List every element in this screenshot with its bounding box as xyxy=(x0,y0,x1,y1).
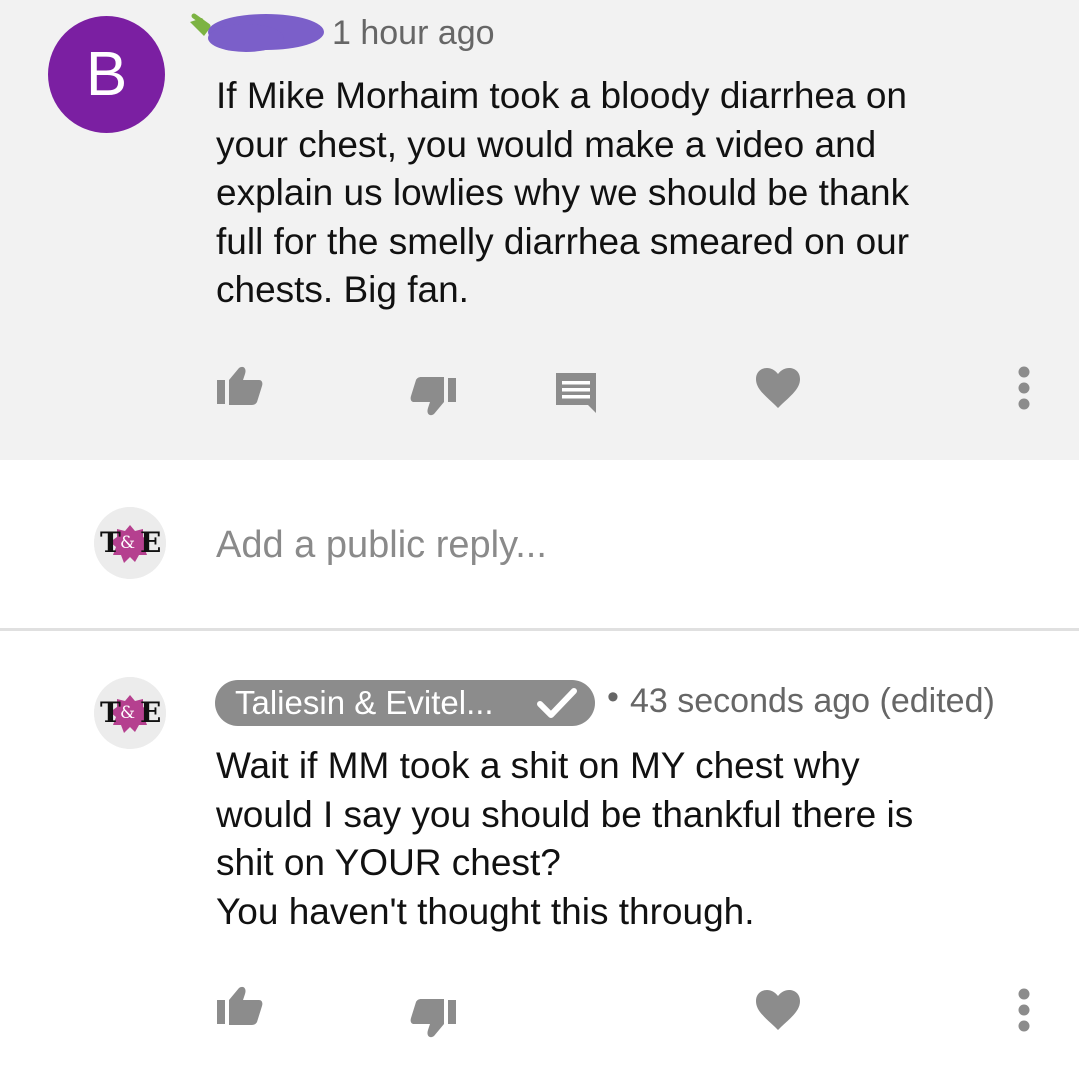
svg-text:&: & xyxy=(120,533,135,553)
avatar[interactable]: B xyxy=(48,16,165,133)
te-logo-icon: T & E xyxy=(94,677,166,749)
reply-icon xyxy=(556,373,596,413)
author-name-scribble xyxy=(190,13,324,52)
more-vert-icon xyxy=(1018,988,1030,1032)
more-options-button[interactable] xyxy=(1006,364,1042,412)
verified-check-icon xyxy=(537,688,577,718)
te-logo-icon: T & E xyxy=(94,507,166,579)
highlighted-comment: B 1 hour ago If Mike Morhaim took a bloo… xyxy=(0,0,1079,460)
svg-text:T: T xyxy=(100,696,121,729)
channel-name: Taliesin & Evitel... xyxy=(235,684,494,721)
divider xyxy=(0,628,1079,631)
svg-text:E: E xyxy=(140,696,161,729)
svg-text:T: T xyxy=(100,526,121,559)
heart-icon xyxy=(756,368,800,408)
dislike-button[interactable] xyxy=(405,372,463,420)
more-vert-icon xyxy=(1018,366,1030,410)
comment-timestamp: 1 hour ago xyxy=(332,14,495,52)
channel-avatar[interactable]: T & E xyxy=(94,507,166,579)
thumbs-up-icon xyxy=(217,366,263,405)
more-options-button[interactable] xyxy=(1006,986,1042,1034)
thumbs-down-icon xyxy=(410,999,456,1038)
separator-dot: • xyxy=(607,678,619,716)
thumbs-up-icon xyxy=(217,986,263,1025)
like-button[interactable] xyxy=(210,362,268,410)
thumbs-down-icon xyxy=(410,377,456,416)
svg-text:E: E xyxy=(140,526,161,559)
comment-text: If Mike Morhaim took a bloody diarrhea o… xyxy=(216,75,910,310)
heart-button[interactable] xyxy=(752,986,804,1034)
comment-text: Wait if MM took a shit on MY chest why w… xyxy=(216,745,914,932)
channel-avatar[interactable]: T & E xyxy=(94,677,166,749)
channel-name-badge[interactable]: Taliesin & Evitel... xyxy=(215,680,595,726)
heart-button[interactable] xyxy=(752,364,804,412)
comment-timestamp: 43 seconds ago (edited) xyxy=(630,682,995,720)
reply-input[interactable] xyxy=(216,524,996,567)
dislike-button[interactable] xyxy=(405,994,463,1042)
like-button[interactable] xyxy=(210,982,268,1030)
svg-text:&: & xyxy=(120,703,135,723)
heart-icon xyxy=(756,990,800,1030)
reply-button[interactable] xyxy=(550,368,602,416)
